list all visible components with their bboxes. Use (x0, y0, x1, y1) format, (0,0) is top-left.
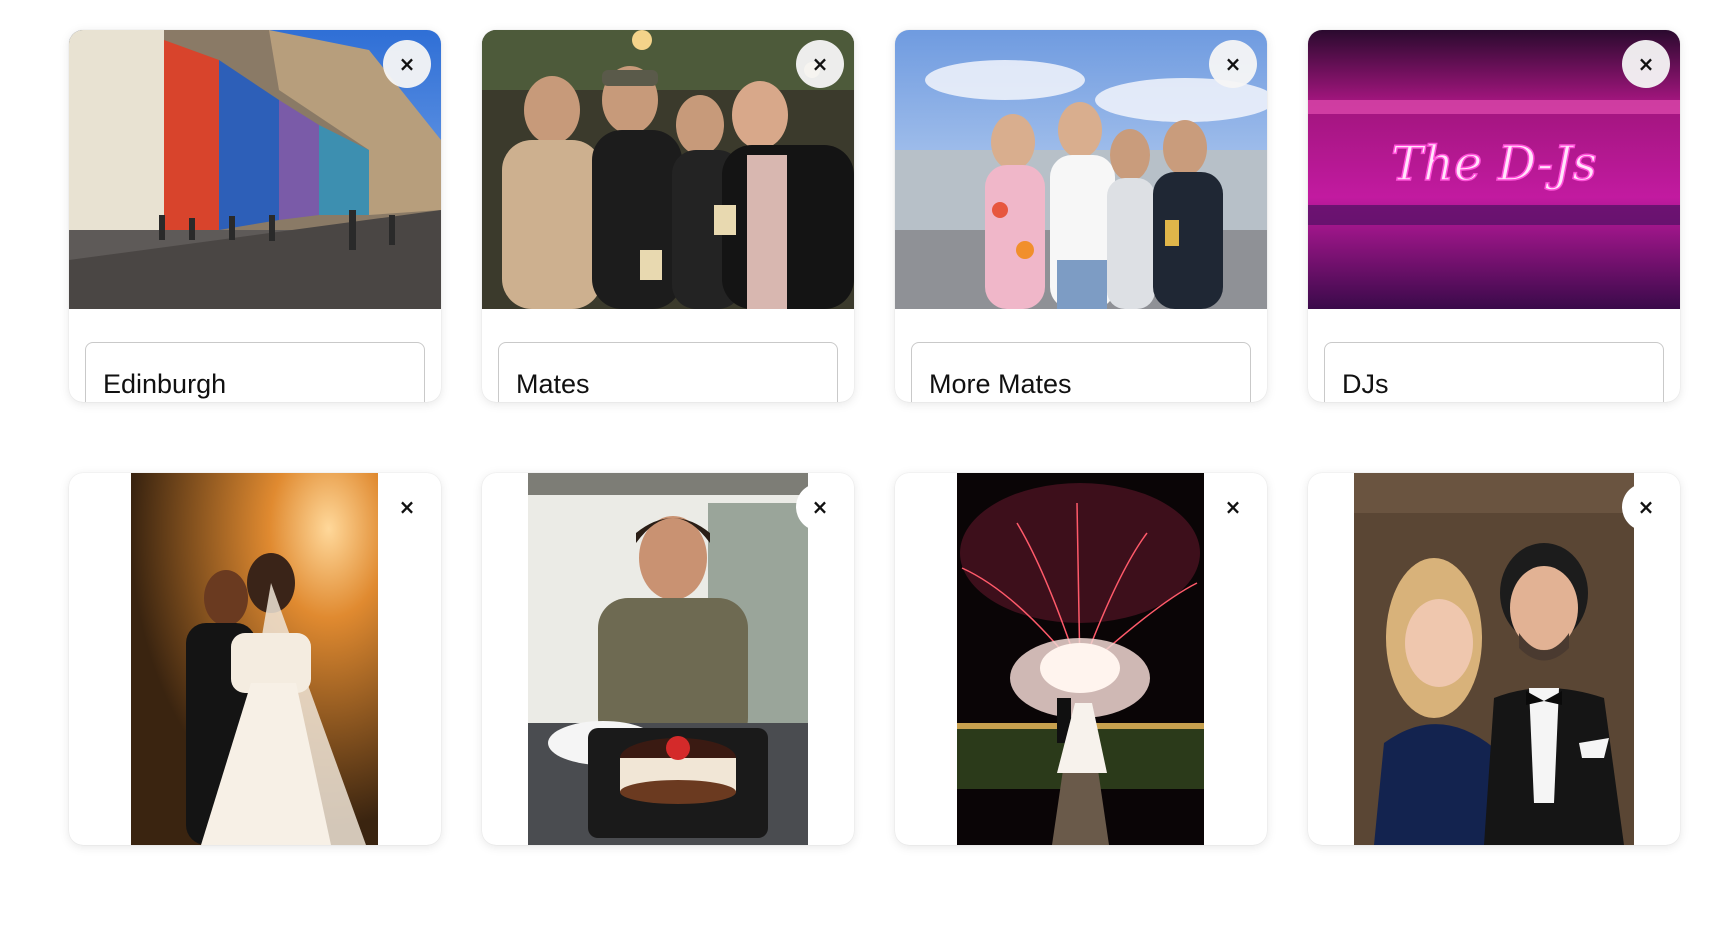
remove-photo-button[interactable]: × (383, 483, 431, 531)
man-with-cake-photo (528, 473, 808, 845)
photo-card-fireworks: × (895, 473, 1267, 845)
captioned-photo-grid: × Edinburgh × Mates × More Mates The D-J… (69, 30, 1680, 402)
wedding-couple-sunset-photo (131, 473, 378, 845)
remove-photo-button[interactable]: × (1209, 483, 1257, 531)
remove-photo-button[interactable]: × (796, 40, 844, 88)
photo-card-edinburgh: × (69, 30, 441, 402)
photo-card-djs: The D-Js × (1308, 30, 1680, 402)
remove-photo-button[interactable]: × (383, 40, 431, 88)
caption-input-more-mates[interactable] (911, 342, 1251, 402)
caption-input-djs[interactable] (1324, 342, 1664, 402)
neon-sign-text: The D-Js (1391, 136, 1597, 192)
caption-input-mates[interactable] (498, 342, 838, 402)
photo-gallery-page: × Edinburgh × Mates × More Mates The D-J… (0, 0, 1730, 928)
remove-photo-button[interactable]: × (1622, 40, 1670, 88)
couple-selfie-photo (1354, 473, 1634, 845)
remove-photo-button[interactable]: × (1622, 483, 1670, 531)
fireworks-couple-photo (957, 473, 1204, 845)
remove-photo-button[interactable]: × (1209, 40, 1257, 88)
photo-card-more-mates: × (895, 30, 1267, 402)
photo-card-cake: × (482, 473, 854, 845)
remove-photo-button[interactable]: × (796, 483, 844, 531)
photo-card-wedding-sunset: × (69, 473, 441, 845)
photo-card-selfie: × (1308, 473, 1680, 845)
photo-card-mates: × (482, 30, 854, 402)
caption-input-edinburgh[interactable] (85, 342, 425, 402)
portrait-photo-grid: × × × × (69, 473, 1680, 845)
